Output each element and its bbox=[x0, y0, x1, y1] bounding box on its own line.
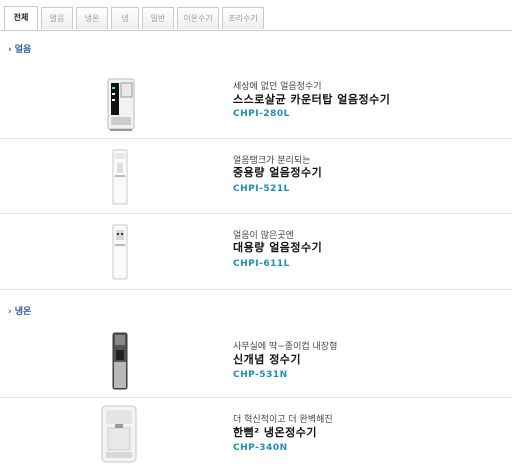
product-item[interactable]: 사무실에 딱~종이컵 내장형 신개념 정수기 CHP-531N bbox=[0, 326, 512, 396]
divider bbox=[0, 289, 512, 290]
tab-cooking-water[interactable]: 조리수기 bbox=[222, 7, 264, 29]
product-image-chpi-611l[interactable] bbox=[112, 224, 128, 280]
product-name[interactable]: 한뼘² 냉온정수기 bbox=[233, 424, 317, 440]
tab-ice[interactable]: 얼음 bbox=[41, 7, 73, 29]
product-name[interactable]: 신개념 정수기 bbox=[233, 351, 301, 367]
tab-cold[interactable]: 냉 bbox=[111, 7, 139, 29]
product-name[interactable]: 대용량 얼음정수기 bbox=[233, 239, 322, 255]
product-model[interactable]: CHPI-280L bbox=[233, 109, 290, 119]
product-item[interactable]: 얼음이 많은곳엔 대용량 얼음정수기 CHPI-611L bbox=[0, 214, 512, 288]
product-model[interactable]: CHPI-521L bbox=[233, 184, 290, 194]
tab-all[interactable]: 전체 bbox=[4, 6, 38, 30]
product-name[interactable]: 중용량 얼음정수기 bbox=[233, 164, 322, 180]
product-model[interactable]: CHP-531N bbox=[233, 370, 288, 380]
tab-ionizer[interactable]: 이온수기 bbox=[177, 7, 219, 29]
product-image-chp-531n[interactable] bbox=[110, 332, 130, 390]
product-image-chp-340n[interactable] bbox=[98, 404, 140, 466]
category-tab-bar: 전체 얼음 냉온 냉 일반 이온수기 조리수기 bbox=[0, 0, 512, 31]
product-image-chpi-521l[interactable] bbox=[112, 149, 128, 205]
product-item[interactable]: 더 혁신적이고 더 완벽해진 한뼘² 냉온정수기 CHP-340N bbox=[0, 398, 512, 473]
section-title-hot-cold: › 냉온 bbox=[8, 304, 31, 317]
product-name[interactable]: 스스로살균 카운터탑 얼음정수기 bbox=[233, 91, 390, 107]
chevron-right-icon: › bbox=[8, 307, 12, 317]
product-model[interactable]: CHP-340N bbox=[233, 443, 288, 453]
section-title-ice: › 얼음 bbox=[8, 42, 31, 55]
chevron-right-icon: › bbox=[8, 45, 12, 55]
tab-general[interactable]: 일반 bbox=[142, 7, 174, 29]
section-title-text: 냉온 bbox=[14, 307, 32, 317]
product-item[interactable]: 세상에 없던 얼음정수기 스스로살균 카운터탑 얼음정수기 CHPI-280L bbox=[0, 70, 512, 138]
product-item[interactable]: 얼음탱크가 분리되는 중용량 얼음정수기 CHPI-521L bbox=[0, 139, 512, 213]
tab-hot-cold[interactable]: 냉온 bbox=[76, 7, 108, 29]
product-model[interactable]: CHPI-611L bbox=[233, 259, 290, 269]
product-image-chpi-280l[interactable] bbox=[106, 77, 136, 133]
section-title-text: 얼음 bbox=[14, 45, 32, 55]
